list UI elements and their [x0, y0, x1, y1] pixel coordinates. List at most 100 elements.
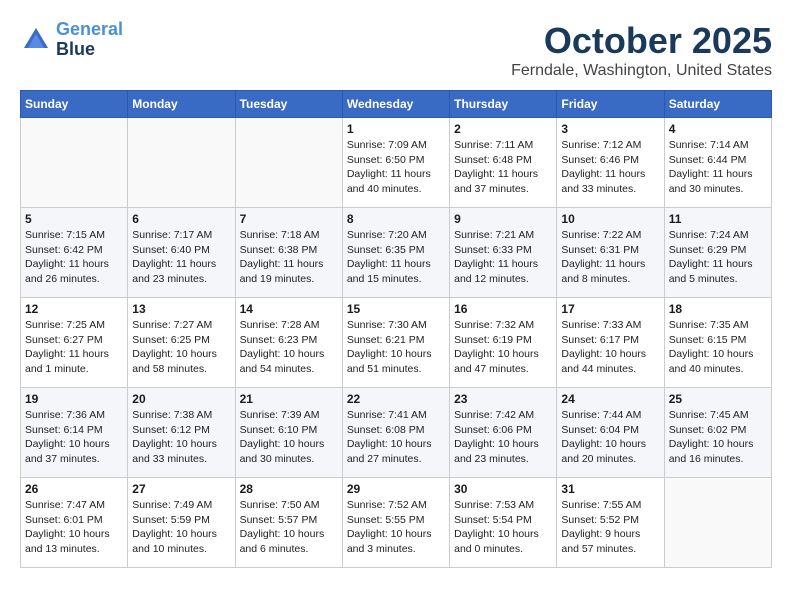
table-row: 3 Sunrise: 7:12 AM Sunset: 6:46 PM Daylig…	[557, 118, 664, 208]
logo: General Blue	[20, 20, 123, 60]
calendar-title: October 2025	[511, 20, 772, 62]
table-row: 7 Sunrise: 7:18 AM Sunset: 6:38 PM Daylig…	[235, 208, 342, 298]
table-row: 8 Sunrise: 7:20 AM Sunset: 6:35 PM Daylig…	[342, 208, 449, 298]
day-detail: Sunrise: 7:14 AM Sunset: 6:44 PM Dayligh…	[669, 138, 767, 197]
table-row: 20 Sunrise: 7:38 AM Sunset: 6:12 PM Dayli…	[128, 388, 235, 478]
calendar-week-5: 26 Sunrise: 7:47 AM Sunset: 6:01 PM Dayli…	[21, 478, 772, 568]
day-number: 24	[561, 392, 659, 406]
table-row: 27 Sunrise: 7:49 AM Sunset: 5:59 PM Dayli…	[128, 478, 235, 568]
day-number: 2	[454, 122, 552, 136]
day-detail: Sunrise: 7:44 AM Sunset: 6:04 PM Dayligh…	[561, 408, 659, 467]
table-row: 1 Sunrise: 7:09 AM Sunset: 6:50 PM Daylig…	[342, 118, 449, 208]
day-detail: Sunrise: 7:28 AM Sunset: 6:23 PM Dayligh…	[240, 318, 338, 377]
day-detail: Sunrise: 7:45 AM Sunset: 6:02 PM Dayligh…	[669, 408, 767, 467]
table-row: 10 Sunrise: 7:22 AM Sunset: 6:31 PM Dayli…	[557, 208, 664, 298]
table-row: 11 Sunrise: 7:24 AM Sunset: 6:29 PM Dayli…	[664, 208, 771, 298]
weekday-header-wednesday: Wednesday	[342, 91, 449, 118]
day-detail: Sunrise: 7:36 AM Sunset: 6:14 PM Dayligh…	[25, 408, 123, 467]
day-detail: Sunrise: 7:33 AM Sunset: 6:17 PM Dayligh…	[561, 318, 659, 377]
table-row: 17 Sunrise: 7:33 AM Sunset: 6:17 PM Dayli…	[557, 298, 664, 388]
day-detail: Sunrise: 7:30 AM Sunset: 6:21 PM Dayligh…	[347, 318, 445, 377]
day-detail: Sunrise: 7:09 AM Sunset: 6:50 PM Dayligh…	[347, 138, 445, 197]
day-detail: Sunrise: 7:38 AM Sunset: 6:12 PM Dayligh…	[132, 408, 230, 467]
day-detail: Sunrise: 7:22 AM Sunset: 6:31 PM Dayligh…	[561, 228, 659, 287]
table-row: 26 Sunrise: 7:47 AM Sunset: 6:01 PM Dayli…	[21, 478, 128, 568]
day-detail: Sunrise: 7:32 AM Sunset: 6:19 PM Dayligh…	[454, 318, 552, 377]
day-number: 5	[25, 212, 123, 226]
day-number: 4	[669, 122, 767, 136]
calendar-week-1: 1 Sunrise: 7:09 AM Sunset: 6:50 PM Daylig…	[21, 118, 772, 208]
day-detail: Sunrise: 7:53 AM Sunset: 5:54 PM Dayligh…	[454, 498, 552, 557]
day-detail: Sunrise: 7:42 AM Sunset: 6:06 PM Dayligh…	[454, 408, 552, 467]
day-number: 13	[132, 302, 230, 316]
day-detail: Sunrise: 7:49 AM Sunset: 5:59 PM Dayligh…	[132, 498, 230, 557]
day-number: 14	[240, 302, 338, 316]
day-number: 23	[454, 392, 552, 406]
table-row: 25Sunrise: 7:45 AM Sunset: 6:02 PM Dayli…	[664, 388, 771, 478]
day-detail: Sunrise: 7:18 AM Sunset: 6:38 PM Dayligh…	[240, 228, 338, 287]
day-detail: Sunrise: 7:50 AM Sunset: 5:57 PM Dayligh…	[240, 498, 338, 557]
day-number: 1	[347, 122, 445, 136]
day-detail: Sunrise: 7:24 AM Sunset: 6:29 PM Dayligh…	[669, 228, 767, 287]
table-row: 14 Sunrise: 7:28 AM Sunset: 6:23 PM Dayli…	[235, 298, 342, 388]
day-number: 11	[669, 212, 767, 226]
day-detail: Sunrise: 7:11 AM Sunset: 6:48 PM Dayligh…	[454, 138, 552, 197]
day-number: 3	[561, 122, 659, 136]
day-number: 15	[347, 302, 445, 316]
day-number: 19	[25, 392, 123, 406]
calendar-body: 1 Sunrise: 7:09 AM Sunset: 6:50 PM Daylig…	[21, 118, 772, 568]
table-row	[128, 118, 235, 208]
calendar-subtitle: Ferndale, Washington, United States	[511, 62, 772, 80]
logo-icon	[20, 24, 52, 56]
day-number: 7	[240, 212, 338, 226]
day-detail: Sunrise: 7:21 AM Sunset: 6:33 PM Dayligh…	[454, 228, 552, 287]
day-detail: Sunrise: 7:12 AM Sunset: 6:46 PM Dayligh…	[561, 138, 659, 197]
day-detail: Sunrise: 7:55 AM Sunset: 5:52 PM Dayligh…	[561, 498, 659, 557]
table-row: 19 Sunrise: 7:36 AM Sunset: 6:14 PM Dayli…	[21, 388, 128, 478]
table-row: 12 Sunrise: 7:25 AM Sunset: 6:27 PM Dayli…	[21, 298, 128, 388]
day-number: 8	[347, 212, 445, 226]
day-number: 27	[132, 482, 230, 496]
day-detail: Sunrise: 7:35 AM Sunset: 6:15 PM Dayligh…	[669, 318, 767, 377]
calendar-table: SundayMondayTuesdayWednesdayThursdayFrid…	[20, 90, 772, 568]
calendar-week-2: 5 Sunrise: 7:15 AM Sunset: 6:42 PM Daylig…	[21, 208, 772, 298]
day-number: 21	[240, 392, 338, 406]
day-detail: Sunrise: 7:27 AM Sunset: 6:25 PM Dayligh…	[132, 318, 230, 377]
weekday-header-saturday: Saturday	[664, 91, 771, 118]
day-number: 28	[240, 482, 338, 496]
table-row: 6Sunrise: 7:17 AM Sunset: 6:40 PM Daylig…	[128, 208, 235, 298]
weekday-header-tuesday: Tuesday	[235, 91, 342, 118]
day-detail: Sunrise: 7:15 AM Sunset: 6:42 PM Dayligh…	[25, 228, 123, 287]
day-number: 10	[561, 212, 659, 226]
page-header: General Blue October 2025 Ferndale, Wash…	[20, 20, 772, 80]
day-number: 12	[25, 302, 123, 316]
table-row: 31 Sunrise: 7:55 AM Sunset: 5:52 PM Dayli…	[557, 478, 664, 568]
table-row	[235, 118, 342, 208]
weekday-header-sunday: Sunday	[21, 91, 128, 118]
day-number: 31	[561, 482, 659, 496]
day-number: 16	[454, 302, 552, 316]
day-number: 17	[561, 302, 659, 316]
table-row: 5 Sunrise: 7:15 AM Sunset: 6:42 PM Daylig…	[21, 208, 128, 298]
day-number: 6	[132, 212, 230, 226]
table-row: 22Sunrise: 7:41 AM Sunset: 6:08 PM Dayli…	[342, 388, 449, 478]
day-detail: Sunrise: 7:41 AM Sunset: 6:08 PM Dayligh…	[347, 408, 445, 467]
day-number: 20	[132, 392, 230, 406]
day-detail: Sunrise: 7:25 AM Sunset: 6:27 PM Dayligh…	[25, 318, 123, 377]
calendar-header: SundayMondayTuesdayWednesdayThursdayFrid…	[21, 91, 772, 118]
day-detail: Sunrise: 7:47 AM Sunset: 6:01 PM Dayligh…	[25, 498, 123, 557]
table-row: 9Sunrise: 7:21 AM Sunset: 6:33 PM Daylig…	[450, 208, 557, 298]
calendar-week-4: 19 Sunrise: 7:36 AM Sunset: 6:14 PM Dayli…	[21, 388, 772, 478]
weekday-header-friday: Friday	[557, 91, 664, 118]
table-row	[664, 478, 771, 568]
day-detail: Sunrise: 7:20 AM Sunset: 6:35 PM Dayligh…	[347, 228, 445, 287]
table-row: 29Sunrise: 7:52 AM Sunset: 5:55 PM Dayli…	[342, 478, 449, 568]
table-row: 15 Sunrise: 7:30 AM Sunset: 6:21 PM Dayli…	[342, 298, 449, 388]
weekday-header-monday: Monday	[128, 91, 235, 118]
table-row: 13 Sunrise: 7:27 AM Sunset: 6:25 PM Dayli…	[128, 298, 235, 388]
table-row: 23 Sunrise: 7:42 AM Sunset: 6:06 PM Dayli…	[450, 388, 557, 478]
logo-text: General Blue	[56, 20, 123, 60]
day-number: 26	[25, 482, 123, 496]
weekday-header-row: SundayMondayTuesdayWednesdayThursdayFrid…	[21, 91, 772, 118]
table-row: 30Sunrise: 7:53 AM Sunset: 5:54 PM Dayli…	[450, 478, 557, 568]
